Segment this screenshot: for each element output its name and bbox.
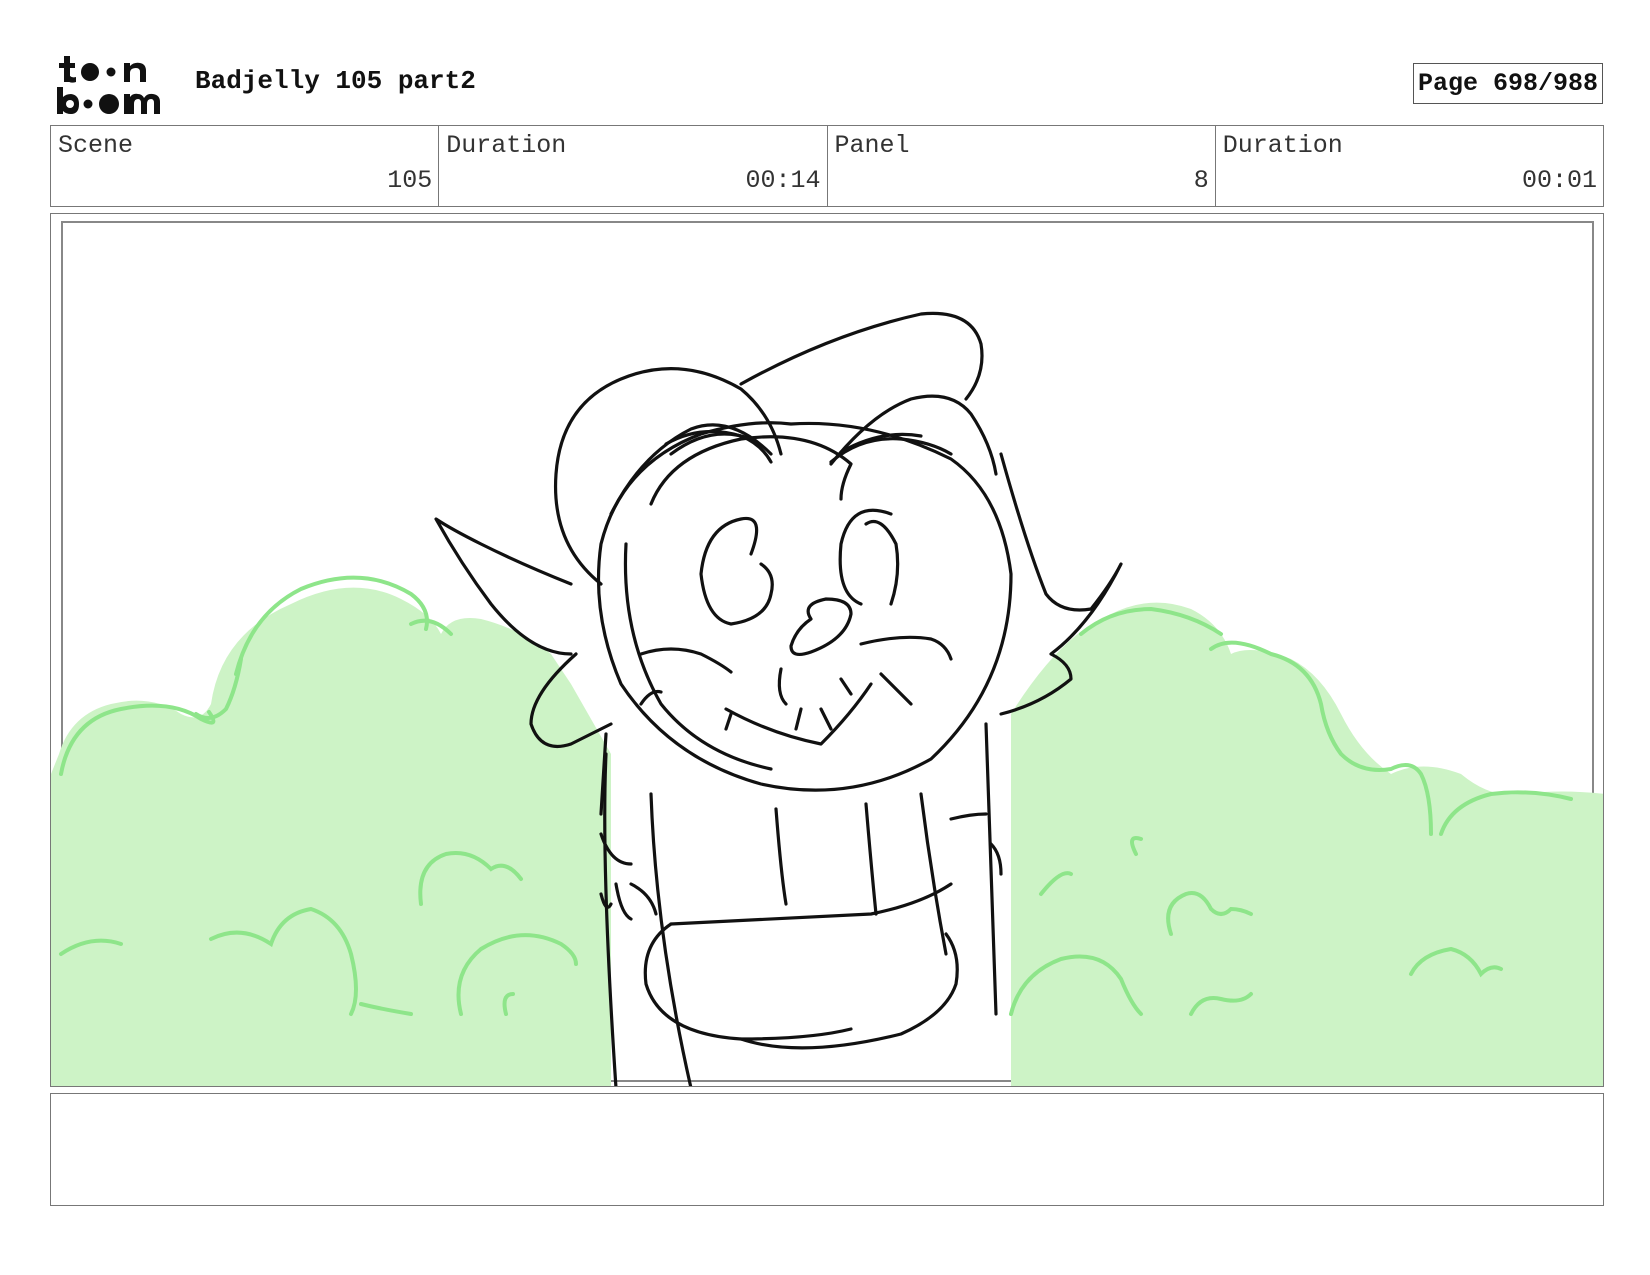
scene-cell: Scene 105 xyxy=(51,126,440,206)
panel-sketch xyxy=(51,221,1603,1086)
panel-cell: Panel 8 xyxy=(828,126,1216,206)
scene-duration-label: Duration xyxy=(446,131,567,160)
scene-duration-value: 00:14 xyxy=(745,166,821,195)
scene-duration-cell: Duration 00:14 xyxy=(439,126,828,206)
page-indicator: Page 698/988 xyxy=(1413,63,1603,104)
scene-info-table: Scene 105 Duration 00:14 Panel 8 Duratio… xyxy=(50,125,1604,207)
panel-duration-cell: Duration 00:01 xyxy=(1216,126,1603,206)
panel-notes xyxy=(50,1093,1604,1206)
scene-label: Scene xyxy=(58,131,134,160)
panel-label: Panel xyxy=(834,131,910,160)
bush-background xyxy=(51,587,1603,1086)
panel-value: 8 xyxy=(1193,166,1209,195)
toon-boom-logo xyxy=(57,56,160,114)
scene-value: 105 xyxy=(387,166,433,195)
panel-duration-label: Duration xyxy=(1222,131,1343,160)
project-title: Badjelly 105 part2 xyxy=(195,66,476,96)
panel-duration-value: 00:01 xyxy=(1521,166,1597,195)
storyboard-panel xyxy=(50,213,1604,1087)
